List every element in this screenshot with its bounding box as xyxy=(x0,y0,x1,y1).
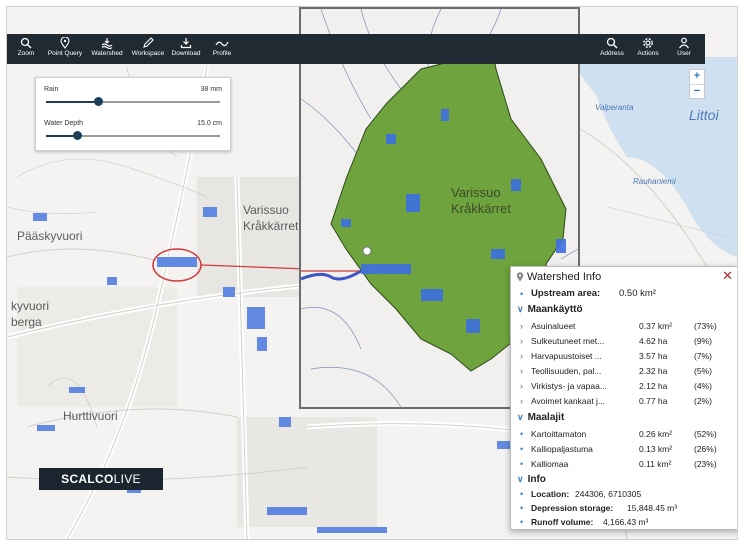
zoom-out-button[interactable]: − xyxy=(690,84,704,99)
inset-label-krakkarret: Kråkkärret xyxy=(451,201,511,216)
location-value: 244306, 6710305 xyxy=(575,489,642,499)
rain-slider-handle[interactable] xyxy=(94,97,104,106)
rain-label: Rain xyxy=(44,86,59,93)
actions-tool-button[interactable]: Actions xyxy=(633,34,663,64)
zoom-in-button[interactable]: + xyxy=(690,70,704,84)
search-icon xyxy=(20,37,32,49)
place-label-paaskyvuori: Pääskyvuori xyxy=(17,229,83,243)
list-item: • Kartoittamaton 0.26 km² (52%) xyxy=(520,429,717,439)
landuse-section-toggle[interactable]: ∨ Maankäyttö xyxy=(517,302,583,316)
chevron-down-icon: ∨ xyxy=(517,304,524,314)
runoff-volume-row: • Runoff volume: 4,166.43 m³ xyxy=(520,517,649,527)
place-label-littoi: Littoi xyxy=(689,107,719,123)
runoff-volume-value: 4,166.43 m³ xyxy=(603,517,649,527)
place-label-varissuo: Varissuo xyxy=(243,203,289,217)
zoom-controls: + − xyxy=(689,69,705,99)
chevron-right-icon: › xyxy=(520,321,523,331)
user-tool-label: User xyxy=(677,50,691,57)
info-section-toggle[interactable]: ∨ Info xyxy=(517,472,546,486)
point-query-tool-label: Point Query xyxy=(47,50,83,57)
download-tool-button[interactable]: Download xyxy=(169,34,203,64)
water-depth-value: 15.0 cm xyxy=(197,120,222,127)
gear-icon xyxy=(643,38,653,48)
list-item: • Kalliomaa 0.11 km² (23%) xyxy=(520,459,717,469)
rain-slider-fill xyxy=(46,101,99,103)
watershed-icon xyxy=(101,38,113,49)
pencil-icon xyxy=(143,37,154,48)
chevron-right-icon: › xyxy=(520,366,523,376)
place-label-krakkarret: Kråkkärret xyxy=(243,219,299,233)
list-item[interactable]: › Avoimet kankaat j... 0.77 ha (2%) xyxy=(517,394,729,408)
app-frame: Varissuo Kråkkärret Pääskyvuori kyvuori … xyxy=(6,6,738,540)
profile-tool-button[interactable]: Profile xyxy=(207,34,237,64)
place-label-rauhaniemi: Rauhaniemi xyxy=(633,177,676,186)
user-icon xyxy=(679,37,689,49)
address-tool-label: Address xyxy=(600,50,624,57)
list-item[interactable]: › Teollisuuden, pal... 2.32 ha (5%) xyxy=(517,364,729,378)
upstream-area-row: • Upstream area: 0.50 km² xyxy=(520,288,656,299)
user-tool-button[interactable]: User xyxy=(671,34,697,64)
chevron-down-icon: ∨ xyxy=(517,474,524,484)
chevron-right-icon: › xyxy=(520,381,523,391)
scalcolive-logo: SCALCOLIVE xyxy=(39,468,163,490)
rain-slider-row: Rain 38 mm xyxy=(44,86,222,108)
runoff-volume-label: Runoff volume: xyxy=(531,517,594,527)
depression-storage-row: • Depression storage: 15,848.45 m³ xyxy=(520,503,678,513)
chevron-right-icon: › xyxy=(520,351,523,361)
list-item[interactable]: › Virkistys- ja vapaa... 2.12 ha (4%) xyxy=(517,379,729,393)
chevron-right-icon: › xyxy=(520,336,523,346)
place-label-hurttivuori: Hurttivuori xyxy=(63,409,118,423)
water-depth-slider-handle[interactable] xyxy=(73,131,83,140)
water-depth-slider-row: Water Depth 15.0 cm xyxy=(44,120,222,142)
close-icon[interactable]: ✕ xyxy=(722,268,733,284)
info-section-title: Info xyxy=(527,474,546,485)
profile-tool-label: Profile xyxy=(212,50,232,57)
landuse-section-title: Maankäyttö xyxy=(527,304,583,315)
depression-storage-label: Depression storage: xyxy=(531,503,614,513)
place-label-kyvuori: kyvuori xyxy=(11,299,50,313)
place-label-valperanta: Valperanta xyxy=(595,103,634,112)
workspace-tool-button[interactable]: Workspace xyxy=(129,34,167,64)
soil-section-title: Maalajit xyxy=(527,412,565,423)
location-row: • Location: 244306, 6710305 xyxy=(520,489,642,499)
list-item[interactable]: › Sulkeutuneet met... 4.62 ha (9%) xyxy=(517,334,729,348)
place-label-berga: berga xyxy=(11,315,42,329)
profile-icon xyxy=(215,41,229,47)
chevron-down-icon: ∨ xyxy=(517,412,524,422)
depression-storage-value: 15,848.45 m³ xyxy=(627,503,678,513)
logo-scalco: SCALCO xyxy=(61,472,114,486)
soil-section-toggle[interactable]: ∨ Maalajit xyxy=(517,410,564,424)
location-label: Location: xyxy=(531,489,570,499)
water-depth-label: Water Depth xyxy=(44,120,84,127)
watershed-tool-label: Watershed xyxy=(91,50,123,57)
address-search-icon xyxy=(606,37,618,49)
download-icon xyxy=(180,38,192,49)
zoom-tool-button[interactable]: Zoom xyxy=(13,34,39,64)
list-item[interactable]: › Asuinalueet 0.37 km² (73%) xyxy=(517,319,729,333)
logo-live: LIVE xyxy=(113,472,141,486)
watershed-info-panel: Watershed Info ✕ • Upstream area: 0.50 k… xyxy=(510,266,737,530)
point-query-tool-button[interactable]: Point Query xyxy=(45,34,85,64)
download-tool-label: Download xyxy=(171,50,201,57)
watershed-tool-button[interactable]: Watershed xyxy=(89,34,125,64)
upstream-area-label: Upstream area: xyxy=(531,288,601,299)
list-item: • Kalliopaljastuma 0.13 km² (26%) xyxy=(520,444,717,454)
rain-slider-track[interactable] xyxy=(46,97,220,106)
upstream-area-value: 0.50 km² xyxy=(619,288,656,299)
map-pin-icon xyxy=(60,37,70,49)
water-depth-slider-track[interactable] xyxy=(46,131,220,140)
simulation-sliders-panel: Rain 38 mm Water Depth 15.0 cm xyxy=(35,77,231,151)
actions-tool-label: Actions xyxy=(637,50,659,57)
zoom-tool-label: Zoom xyxy=(17,50,35,57)
list-item[interactable]: › Harvapuustoiset ... 3.57 ha (7%) xyxy=(517,349,729,363)
address-tool-button[interactable]: Address xyxy=(597,34,627,64)
map-pin-icon xyxy=(516,272,524,282)
inset-label-varissuo: Varissuo xyxy=(451,185,501,200)
rain-value: 38 mm xyxy=(200,86,222,93)
chevron-right-icon: › xyxy=(520,396,523,406)
watershed-info-title: Watershed Info xyxy=(527,271,602,283)
workspace-tool-label: Workspace xyxy=(131,50,165,57)
